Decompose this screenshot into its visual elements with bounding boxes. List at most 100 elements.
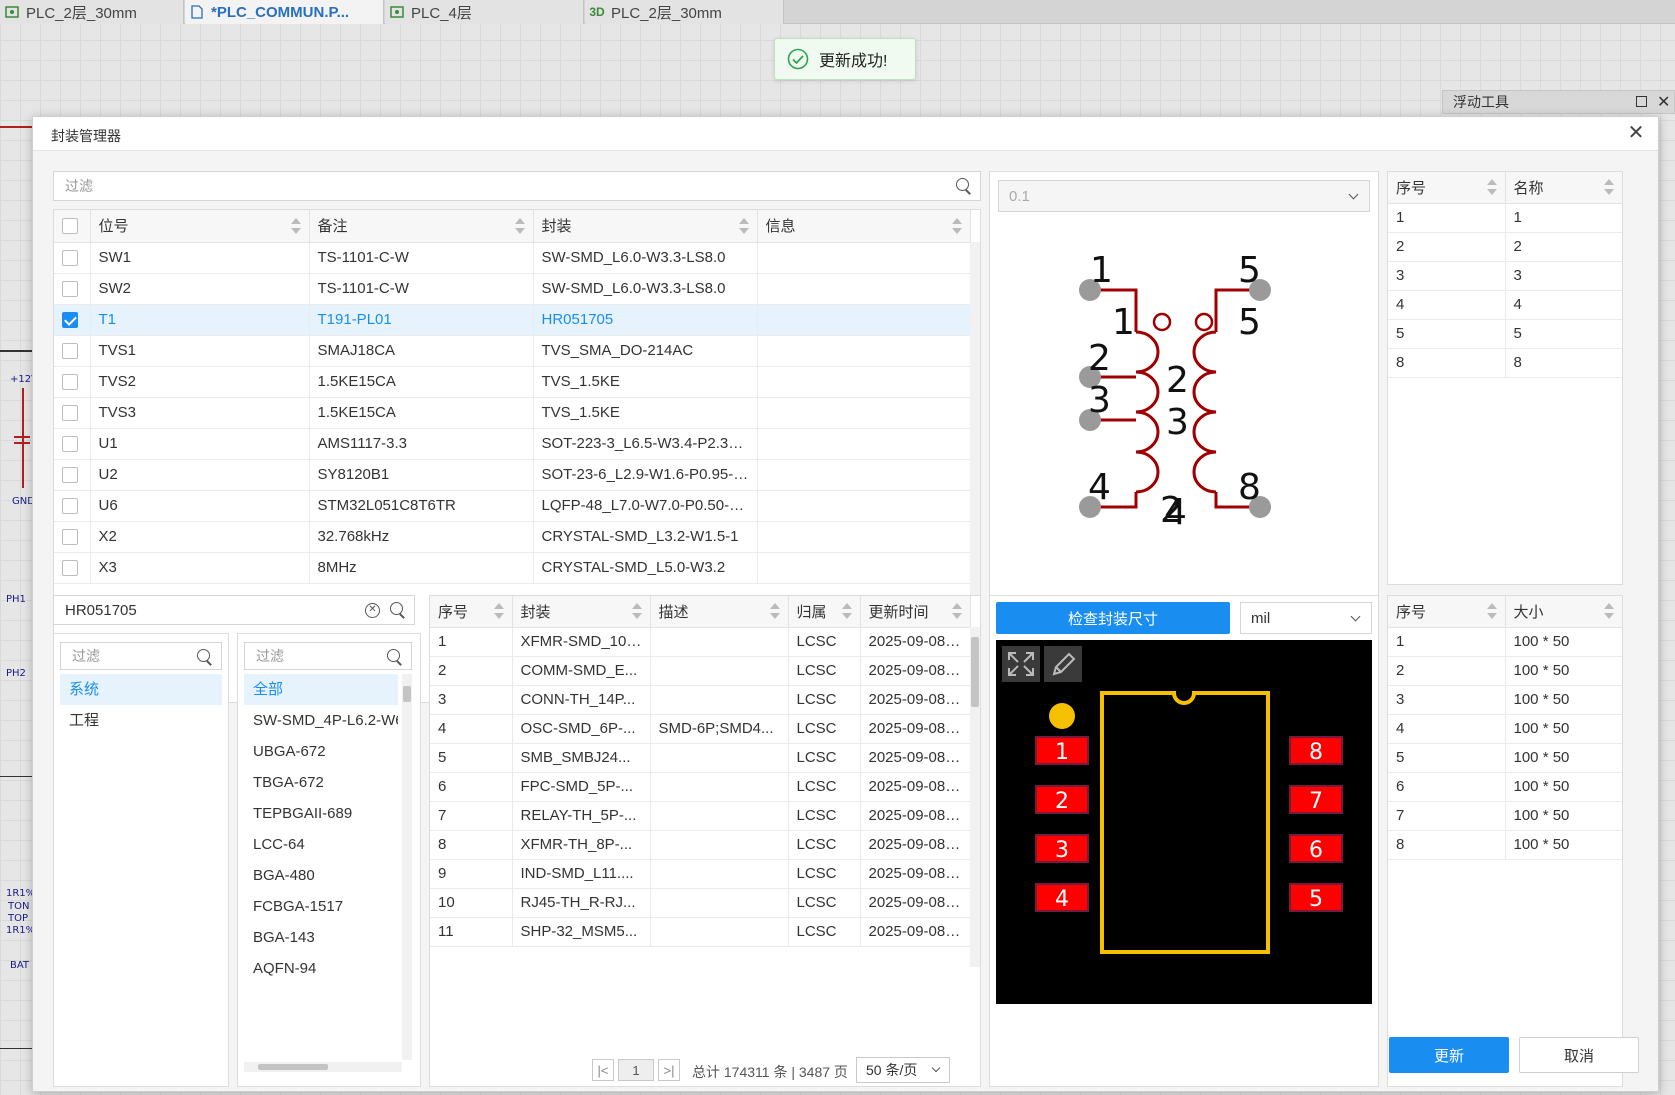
- sort-icon[interactable]: [738, 217, 749, 234]
- search-icon[interactable]: [956, 178, 972, 194]
- category-filter-input[interactable]: 过滤: [244, 642, 412, 670]
- tab-plc-commun[interactable]: *PLC_COMMUN.P...: [185, 0, 384, 24]
- component-row[interactable]: X2 32.768kHz CRYSTAL-SMD_L3.2-W1.5-1: [54, 521, 971, 553]
- category-list-hscrollbar[interactable]: [244, 1062, 402, 1072]
- col-header-index[interactable]: 序号: [1388, 172, 1506, 204]
- row-checkbox[interactable]: [62, 498, 78, 515]
- component-row[interactable]: U6 STM32L051C8T6TR LQFP-48_L7.0-W7.0-P0.50…: [54, 490, 971, 522]
- footprint-row[interactable]: 7 RELAY-TH_5P-... LCSC 2025-09-08 0...: [430, 801, 971, 831]
- pad-row[interactable]: 3 100 * 50: [1388, 685, 1622, 715]
- result-table-scrollbar[interactable]: [970, 627, 980, 967]
- sort-icon[interactable]: [769, 603, 780, 620]
- category-item[interactable]: SW-SMD_4P-L6.2-W6: [244, 705, 398, 736]
- pad-row[interactable]: 4 100 * 50: [1388, 714, 1622, 744]
- close-icon[interactable]: ✕: [1657, 92, 1670, 112]
- pad-row[interactable]: 5 100 * 50: [1388, 743, 1622, 773]
- clear-icon[interactable]: ✕: [365, 603, 380, 618]
- tab-plc-4layer[interactable]: PLC_4层: [385, 0, 584, 24]
- component-row[interactable]: U1 AMS1117-3.3 SOT-223-3_L6.5-W3.4-P2.30-L…: [54, 428, 971, 460]
- col-header-size[interactable]: 大小: [1505, 596, 1622, 628]
- col-header-index[interactable]: 序号: [430, 596, 513, 628]
- row-checkbox[interactable]: [62, 374, 78, 391]
- pin-row[interactable]: 33: [1388, 261, 1622, 291]
- col-header-updated[interactable]: 更新时间: [860, 596, 971, 628]
- first-page-button[interactable]: |<: [592, 1059, 614, 1081]
- last-page-button[interactable]: >|: [658, 1059, 680, 1081]
- row-checkbox[interactable]: [62, 405, 78, 422]
- category-item[interactable]: FCBGA-1517: [244, 891, 398, 922]
- component-row[interactable]: T1 T191-PL01 HR051705: [54, 304, 971, 336]
- col-header-name[interactable]: 名称: [1505, 172, 1622, 204]
- update-button[interactable]: 更新: [1389, 1037, 1509, 1073]
- symbol-version-select[interactable]: 0.1: [998, 180, 1370, 212]
- col-header-note[interactable]: 备注: [309, 210, 534, 243]
- footprint-canvas[interactable]: 1 2 3 4 8 7 6 5: [996, 640, 1372, 1004]
- footprint-row[interactable]: 11 SHP-32_MSM5... LCSC 2025-09-08 0...: [430, 917, 971, 947]
- row-checkbox[interactable]: [62, 467, 78, 484]
- scrollbar-thumb[interactable]: [258, 1064, 328, 1070]
- pin-row[interactable]: 11: [1388, 203, 1622, 233]
- footprint-row[interactable]: 1XFMR-SMD_10.5x10.5 LCSC2025-09-08 0...: [430, 627, 971, 657]
- sort-icon[interactable]: [1486, 179, 1497, 196]
- sort-icon[interactable]: [631, 603, 642, 620]
- footprint-row[interactable]: 10 RJ45-TH_R-RJ... LCSC 2025-09-08 0...: [430, 888, 971, 918]
- sort-icon[interactable]: [1603, 179, 1614, 196]
- category-item[interactable]: TBGA-672: [244, 767, 398, 798]
- footprint-row[interactable]: 9 IND-SMD_L11.... LCSC 2025-09-08 0...: [430, 859, 971, 889]
- pin-row[interactable]: 55: [1388, 319, 1622, 349]
- component-row[interactable]: U2SY8120B1SOT-23-6_L2.9-W1.6-P0.95-LS2.8…: [54, 459, 971, 491]
- scrollbar-thumb[interactable]: [971, 637, 979, 707]
- col-header-info[interactable]: 信息: [757, 210, 971, 243]
- pad-row[interactable]: 1 100 * 50: [1388, 627, 1622, 657]
- library-item[interactable]: 系统: [60, 674, 222, 705]
- pin-row[interactable]: 88: [1388, 348, 1622, 378]
- footprint-row[interactable]: 3 CONN-TH_14P... LCSC 2025-09-08 0...: [430, 685, 971, 715]
- footprint-search-input[interactable]: HR051705 ✕: [53, 595, 415, 625]
- check-size-button[interactable]: 检查封装尺寸: [996, 602, 1230, 634]
- component-row[interactable]: TVS3 1.5KE15CA TVS_1.5KE: [54, 397, 971, 429]
- search-icon[interactable]: [197, 649, 213, 665]
- floating-tool-panel[interactable]: 浮动工具 ✕: [1442, 90, 1675, 114]
- component-filter-input[interactable]: 过滤: [53, 171, 981, 201]
- page-size-select[interactable]: 50 条/页: [856, 1057, 950, 1083]
- sort-icon[interactable]: [514, 217, 525, 234]
- col-header-index[interactable]: 序号: [1388, 596, 1506, 628]
- row-checkbox[interactable]: [62, 529, 78, 546]
- category-item[interactable]: BGA-143: [244, 922, 398, 953]
- col-header-ref[interactable]: 位号: [90, 210, 310, 243]
- footprint-row[interactable]: 5 SMB_SMBJ24... LCSC 2025-09-08 0...: [430, 743, 971, 773]
- pin-row[interactable]: 22: [1388, 232, 1622, 262]
- sort-icon[interactable]: [493, 603, 504, 620]
- category-item[interactable]: 全部: [244, 674, 398, 705]
- close-icon[interactable]: ✕: [1625, 123, 1647, 145]
- library-item[interactable]: 工程: [60, 705, 222, 736]
- category-item[interactable]: AQFN-94: [244, 953, 398, 984]
- col-header-footprint[interactable]: 封装: [533, 210, 758, 243]
- select-all-checkbox[interactable]: [62, 218, 78, 235]
- col-header-description[interactable]: 描述: [650, 596, 789, 628]
- footprint-row[interactable]: 6 FPC-SMD_5P-... LCSC 2025-09-08 0...: [430, 772, 971, 802]
- row-checkbox[interactable]: [62, 281, 78, 298]
- sort-icon[interactable]: [1486, 603, 1497, 620]
- component-row[interactable]: SW1 TS-1101-C-W SW-SMD_L6.0-W3.3-LS8.0: [54, 242, 971, 274]
- category-item[interactable]: LCC-64: [244, 829, 398, 860]
- pin-row[interactable]: 44: [1388, 290, 1622, 320]
- scrollbar-thumb[interactable]: [403, 686, 411, 702]
- maximize-icon[interactable]: [1636, 96, 1647, 107]
- sort-icon[interactable]: [1603, 603, 1614, 620]
- component-row[interactable]: TVS1 SMAJ18CA TVS_SMA_DO-214AC: [54, 335, 971, 367]
- component-row[interactable]: X3 8MHz CRYSTAL-SMD_L5.0-W3.2: [54, 552, 971, 584]
- pad-row[interactable]: 6 100 * 50: [1388, 772, 1622, 802]
- category-item[interactable]: TEPBGAII-689: [244, 798, 398, 829]
- cancel-button[interactable]: 取消: [1519, 1037, 1639, 1073]
- col-header-footprint[interactable]: 封装: [512, 596, 651, 628]
- footprint-row[interactable]: 8 XFMR-TH_8P-... LCSC 2025-09-08 0...: [430, 830, 971, 860]
- tab-plc-2layer[interactable]: PLC_2层_30mm: [0, 0, 184, 24]
- row-checkbox[interactable]: [62, 560, 78, 577]
- col-header-owner[interactable]: 归属: [788, 596, 861, 628]
- footprint-row[interactable]: 2 COMM-SMD_E... LCSC 2025-09-08 0...: [430, 656, 971, 686]
- category-item[interactable]: BGA-480: [244, 860, 398, 891]
- row-checkbox[interactable]: [62, 312, 78, 329]
- search-icon[interactable]: [387, 649, 403, 665]
- row-checkbox[interactable]: [62, 343, 78, 360]
